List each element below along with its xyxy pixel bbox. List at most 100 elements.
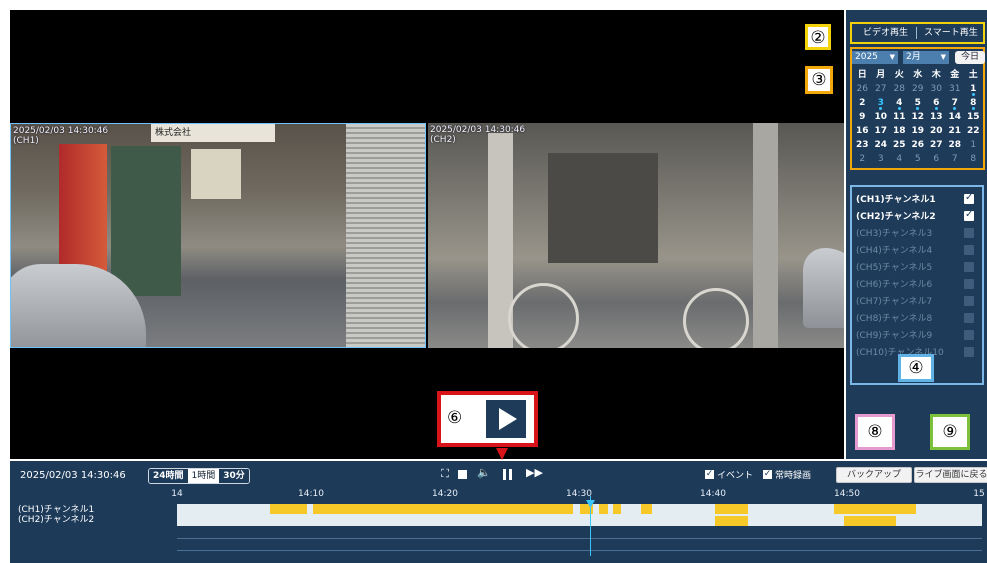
filter-always[interactable]: ✓ 常時録画 (763, 468, 811, 481)
calendar-day[interactable]: 8 (964, 96, 983, 110)
channel-item-ch9[interactable]: (CH9)チャンネル9 (852, 326, 982, 343)
channel-label: (CH3)チャンネル3 (856, 229, 933, 239)
today-button[interactable]: 今日 (955, 51, 985, 64)
channel-item-ch2[interactable]: (CH2)チャンネル2 (852, 207, 982, 224)
calendar-day[interactable]: 5 (909, 152, 928, 166)
calendar-day[interactable]: 20 (927, 124, 946, 138)
channel-item-ch7[interactable]: (CH7)チャンネル7 (852, 292, 982, 309)
live-view-button[interactable]: ライブ画面に戻る (914, 467, 987, 483)
zoom-1h[interactable]: 1時間 (187, 469, 220, 483)
calendar-day[interactable]: 7 (946, 152, 965, 166)
calendar-week-row: 23 24 25 26 27 28 1 (853, 138, 983, 152)
channel-checkbox[interactable] (964, 261, 974, 272)
volume-icon[interactable]: 🔈 (476, 466, 492, 480)
calendar-day[interactable]: 2 (853, 96, 872, 110)
calendar-day[interactable]: 6 (927, 96, 946, 110)
calendar-day[interactable]: 27 (872, 82, 891, 96)
track-label-ch2: (CH2)チャンネル2 (18, 515, 95, 525)
calendar-day[interactable]: 3 (872, 152, 891, 166)
calendar-day[interactable]: 19 (909, 124, 928, 138)
channel-label: (CH9)チャンネル9 (856, 331, 933, 341)
bicycle-wheel-front (508, 283, 579, 348)
year-select[interactable]: 2025 ▼ (852, 51, 898, 64)
camera-view-ch2[interactable]: 2025/02/03 14:30:46 (CH2) (428, 123, 844, 348)
calendar-day[interactable]: 7 (946, 96, 965, 110)
calendar-day[interactable]: 29 (909, 82, 928, 96)
filter-event[interactable]: ✓ イベント (705, 468, 753, 481)
channel-item-ch3[interactable]: (CH3)チャンネル3 (852, 224, 982, 241)
calendar-day[interactable]: 11 (890, 110, 909, 124)
channel-checkbox[interactable] (964, 278, 974, 289)
channel-checkbox[interactable] (964, 209, 974, 221)
calendar-day[interactable]: 25 (890, 138, 909, 152)
calendar-day[interactable]: 6 (927, 152, 946, 166)
calendar-day[interactable]: 5 (909, 96, 928, 110)
calendar-day[interactable]: 14 (946, 110, 965, 124)
channel-item-ch4[interactable]: (CH4)チャンネル4 (852, 241, 982, 258)
tick-label: 14:20 (432, 489, 458, 499)
channel-item-ch5[interactable]: (CH5)チャンネル5 (852, 258, 982, 275)
callout-8: ⑧ (855, 414, 895, 450)
calendar-day[interactable]: 21 (946, 124, 965, 138)
calendar-weekday: 金 (950, 70, 960, 80)
zoom-24h[interactable]: 24時間 (149, 469, 188, 483)
calendar-day[interactable]: 28 (946, 138, 965, 152)
calendar-day[interactable]: 12 (909, 110, 928, 124)
calendar-day[interactable]: 28 (890, 82, 909, 96)
timeline-track[interactable] (177, 504, 982, 526)
calendar-day[interactable]: 30 (927, 82, 946, 96)
calendar-day[interactable]: 17 (872, 124, 891, 138)
backup-button[interactable]: バックアップ (836, 467, 912, 483)
calendar-day[interactable]: 1 (964, 82, 983, 96)
channel-label: (CH2)チャンネル2 (856, 212, 936, 222)
month-select[interactable]: 2月 ▼ (903, 51, 949, 64)
calendar-day[interactable]: 9 (853, 110, 872, 124)
channel-item-ch6[interactable]: (CH6)チャンネル6 (852, 275, 982, 292)
channel-checkbox[interactable] (964, 295, 974, 306)
track-labels: (CH1)チャンネル1 (CH2)チャンネル2 (18, 505, 94, 525)
tick-label: 15 (973, 489, 985, 499)
channel-item-ch1[interactable]: (CH1)チャンネル1 (852, 190, 982, 207)
channel-checkbox[interactable] (964, 227, 974, 238)
calendar-day[interactable]: 23 (853, 138, 872, 152)
playhead-handle[interactable] (586, 494, 595, 508)
calendar-day[interactable]: 1 (964, 138, 983, 152)
calendar-day[interactable]: 26 (853, 82, 872, 96)
callout-6: ⑥ (447, 408, 463, 428)
calendar-day[interactable]: 10 (872, 110, 891, 124)
calendar-day[interactable]: 4 (890, 96, 909, 110)
calendar-day[interactable]: 13 (927, 110, 946, 124)
calendar-day[interactable]: 22 (964, 124, 983, 138)
channel-checkbox[interactable] (964, 346, 974, 357)
calendar-day[interactable]: 18 (890, 124, 909, 138)
channel-label: (CH5)チャンネル5 (856, 263, 933, 273)
zoom-30m[interactable]: 30分 (219, 469, 249, 483)
tab-video-playback[interactable]: ビデオ再生 (863, 25, 908, 41)
calendar-day[interactable]: 26 (909, 138, 928, 152)
callout-2: ② (805, 24, 831, 50)
calendar-day[interactable]: 2 (853, 152, 872, 166)
calendar-week-row: 26 27 28 29 30 31 1 (853, 82, 983, 96)
utility-pole (753, 123, 778, 348)
calendar-day[interactable]: 24 (872, 138, 891, 152)
calendar-day[interactable]: 4 (890, 152, 909, 166)
calendar-day[interactable]: 31 (946, 82, 965, 96)
calendar-day[interactable]: 15 (964, 110, 983, 124)
fast-forward-icon[interactable]: ▶▶ (526, 466, 543, 480)
channel-item-ch8[interactable]: (CH8)チャンネル8 (852, 309, 982, 326)
calendar-day[interactable]: 3 (872, 96, 891, 110)
channel-checkbox[interactable] (964, 329, 974, 340)
pause-icon[interactable] (503, 469, 513, 480)
channel-checkbox[interactable] (964, 192, 974, 204)
calendar-day[interactable]: 8 (964, 152, 983, 166)
tab-smart-playback[interactable]: スマート再生 (924, 25, 978, 41)
calendar-day[interactable]: 16 (853, 124, 872, 138)
fullscreen-icon[interactable]: ⛶ (438, 467, 452, 481)
channel-checkbox[interactable] (964, 312, 974, 323)
channel-checkbox[interactable] (964, 244, 974, 255)
calendar-weekday: 日 (857, 70, 867, 80)
calendar-day[interactable]: 27 (927, 138, 946, 152)
stop-icon[interactable] (458, 470, 467, 479)
calendar-week-row: 16 17 18 19 20 21 22 (853, 124, 983, 138)
camera-view-ch1[interactable]: 株式会社 2025/02/03 14:30:46 (CH1) (10, 123, 426, 348)
